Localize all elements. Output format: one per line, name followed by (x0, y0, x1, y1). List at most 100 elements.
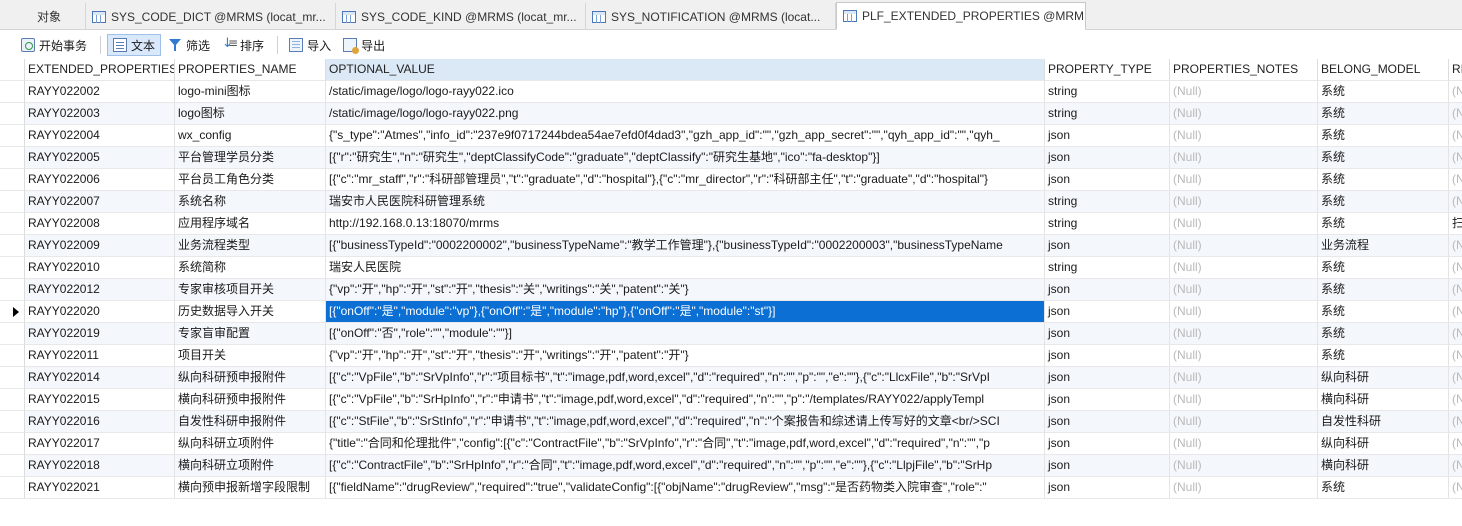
table-cell-ri[interactable]: (N (1449, 389, 1462, 411)
column-header-properties-name[interactable]: PROPERTIES_NAME (175, 59, 326, 81)
table-row[interactable]: RAYY022009 业务流程类型 [{"businessTypeId":"0002… (0, 235, 1462, 257)
table-cell-optional-value[interactable]: [{"c":"VpFile","b":"SrVpInfo","r":"项目标书"… (326, 367, 1045, 389)
row-indicator[interactable] (0, 81, 25, 103)
table-cell-properties-notes[interactable]: (Null) (1170, 103, 1318, 125)
tab-sys-code-kind[interactable]: SYS_CODE_KIND @MRMS (locat_mr... (336, 3, 586, 30)
row-indicator[interactable] (0, 147, 25, 169)
table-cell-optional-value[interactable]: 瑞安市人民医院科研管理系统 (326, 191, 1045, 213)
table-cell-property-type[interactable]: string (1045, 103, 1170, 125)
table-cell-property-type[interactable]: string (1045, 213, 1170, 235)
row-indicator[interactable] (0, 477, 25, 499)
row-indicator[interactable] (0, 235, 25, 257)
table-cell-optional-value[interactable]: [{"onOff":"否","role":"","module":""}] (326, 323, 1045, 345)
table-cell-belong-model[interactable]: 系统 (1318, 213, 1449, 235)
row-indicator[interactable] (0, 257, 25, 279)
table-cell-id[interactable]: RAYY022003 (25, 103, 175, 125)
table-row[interactable]: RAYY022018 横向科研立项附件 [{"c":"ContractFile","… (0, 455, 1462, 477)
table-cell-properties-name[interactable]: 横向科研预申报附件 (175, 389, 326, 411)
table-cell-belong-model[interactable]: 系统 (1318, 169, 1449, 191)
table-cell-id[interactable]: RAYY022014 (25, 367, 175, 389)
table-cell-id[interactable]: RAYY022004 (25, 125, 175, 147)
table-cell-belong-model[interactable]: 系统 (1318, 301, 1449, 323)
table-cell-properties-notes[interactable]: (Null) (1170, 477, 1318, 499)
table-cell-belong-model[interactable]: 系统 (1318, 191, 1449, 213)
table-cell-optional-value[interactable]: [{"fieldName":"drugReview","required":"t… (326, 477, 1045, 499)
row-indicator[interactable] (0, 301, 25, 323)
table-cell-properties-notes[interactable]: (Null) (1170, 169, 1318, 191)
table-cell-properties-name[interactable]: 系统名称 (175, 191, 326, 213)
table-cell-property-type[interactable]: json (1045, 411, 1170, 433)
table-cell-id[interactable]: RAYY022012 (25, 279, 175, 301)
table-cell-belong-model[interactable]: 横向科研 (1318, 455, 1449, 477)
table-cell-properties-notes[interactable]: (Null) (1170, 389, 1318, 411)
table-row[interactable]: RAYY022004 wx_config {"s_type":"Atmes","in… (0, 125, 1462, 147)
row-indicator[interactable] (0, 367, 25, 389)
table-cell-property-type[interactable]: json (1045, 301, 1170, 323)
row-indicator[interactable] (0, 103, 25, 125)
row-indicator[interactable] (0, 279, 25, 301)
table-cell-belong-model[interactable]: 纵向科研 (1318, 433, 1449, 455)
table-row[interactable]: RAYY022010系统简称瑞安人民医院string(Null)系统(N (0, 257, 1462, 279)
table-cell-id[interactable]: RAYY022007 (25, 191, 175, 213)
table-cell-properties-name[interactable]: 项目开关 (175, 345, 326, 367)
data-grid[interactable]: EXTENDED_PROPERTIES_ PROPERTIES_NAME OPTIO… (0, 59, 1462, 499)
row-indicator[interactable] (0, 323, 25, 345)
table-cell-properties-notes[interactable]: (Null) (1170, 125, 1318, 147)
table-cell-optional-value[interactable]: [{"r":"研究生","n":"研究生","deptClassifyCode"… (326, 147, 1045, 169)
column-header-id[interactable]: EXTENDED_PROPERTIES_ (25, 59, 175, 81)
table-cell-ri[interactable]: 扫 (1449, 213, 1462, 235)
table-cell-optional-value[interactable]: 瑞安人民医院 (326, 257, 1045, 279)
table-cell-belong-model[interactable]: 系统 (1318, 81, 1449, 103)
column-header-properties-notes[interactable]: PROPERTIES_NOTES (1170, 59, 1318, 81)
column-header-property-type[interactable]: PROPERTY_TYPE (1045, 59, 1170, 81)
table-cell-properties-name[interactable]: wx_config (175, 125, 326, 147)
table-cell-id[interactable]: RAYY022016 (25, 411, 175, 433)
table-cell-properties-name[interactable]: 纵向科研立项附件 (175, 433, 326, 455)
table-cell-id[interactable]: RAYY022009 (25, 235, 175, 257)
table-cell-optional-value[interactable]: /static/image/logo/logo-rayy022.png (326, 103, 1045, 125)
table-cell-ri[interactable]: (N (1449, 257, 1462, 279)
table-cell-properties-notes[interactable]: (Null) (1170, 433, 1318, 455)
table-cell-properties-notes[interactable]: (Null) (1170, 301, 1318, 323)
table-cell-property-type[interactable]: json (1045, 433, 1170, 455)
table-cell-ri[interactable]: (N (1449, 345, 1462, 367)
table-cell-ri[interactable]: (N (1449, 367, 1462, 389)
table-cell-property-type[interactable]: string (1045, 81, 1170, 103)
tab-plf-extended-properties[interactable]: PLF_EXTENDED_PROPERTIES @MRM... (836, 2, 1086, 30)
tab-objects[interactable]: 对象 (0, 3, 86, 30)
begin-transaction-button[interactable]: 开始事务 (16, 34, 92, 56)
table-cell-ri[interactable]: (N (1449, 433, 1462, 455)
table-row[interactable]: RAYY022003 logo图标/static/image/logo/logo-… (0, 103, 1462, 125)
table-cell-id[interactable]: RAYY022019 (25, 323, 175, 345)
table-cell-id[interactable]: RAYY022005 (25, 147, 175, 169)
table-cell-properties-notes[interactable]: (Null) (1170, 455, 1318, 477)
table-cell-id[interactable]: RAYY022017 (25, 433, 175, 455)
table-cell-ri[interactable]: (N (1449, 323, 1462, 345)
row-indicator[interactable] (0, 345, 25, 367)
table-cell-properties-name[interactable]: 应用程序域名 (175, 213, 326, 235)
table-cell-ri[interactable]: (N (1449, 169, 1462, 191)
table-row[interactable]: RAYY022019 专家盲审配置 [{"onOff":"否","role":"",… (0, 323, 1462, 345)
table-cell-belong-model[interactable]: 系统 (1318, 477, 1449, 499)
table-cell-ri[interactable]: (N (1449, 477, 1462, 499)
table-cell-id[interactable]: RAYY022011 (25, 345, 175, 367)
table-row[interactable]: RAYY022007 系统名称 瑞安市人民医院科研管理系统 string (Null) 系… (0, 191, 1462, 213)
table-cell-property-type[interactable]: json (1045, 345, 1170, 367)
table-cell-properties-notes[interactable]: (Null) (1170, 345, 1318, 367)
table-cell-belong-model[interactable]: 系统 (1318, 103, 1449, 125)
table-cell-property-type[interactable]: json (1045, 235, 1170, 257)
table-cell-belong-model[interactable]: 系统 (1318, 147, 1449, 169)
table-cell-belong-model[interactable]: 横向科研 (1318, 389, 1449, 411)
table-cell-properties-name[interactable]: 系统简称 (175, 257, 326, 279)
table-cell-optional-value[interactable]: {"s_type":"Atmes","info_id":"237e9f07172… (326, 125, 1045, 147)
table-cell-id[interactable]: RAYY022020 (25, 301, 175, 323)
table-cell-optional-value[interactable]: {"vp":"开","hp":"开","st":"开","thesis":"关"… (326, 279, 1045, 301)
table-cell-property-type[interactable]: json (1045, 455, 1170, 477)
table-cell-belong-model[interactable]: 业务流程 (1318, 235, 1449, 257)
table-row[interactable]: RAYY022008 应用程序域名 http://192.168.0.13:1807… (0, 213, 1462, 235)
table-row[interactable]: RAYY022015 横向科研预申报附件 [{"c":"VpFile","b":"S… (0, 389, 1462, 411)
row-indicator[interactable] (0, 169, 25, 191)
table-cell-ri[interactable]: (N (1449, 301, 1462, 323)
table-cell-id[interactable]: RAYY022018 (25, 455, 175, 477)
sort-button[interactable]: 排序 (217, 34, 269, 56)
